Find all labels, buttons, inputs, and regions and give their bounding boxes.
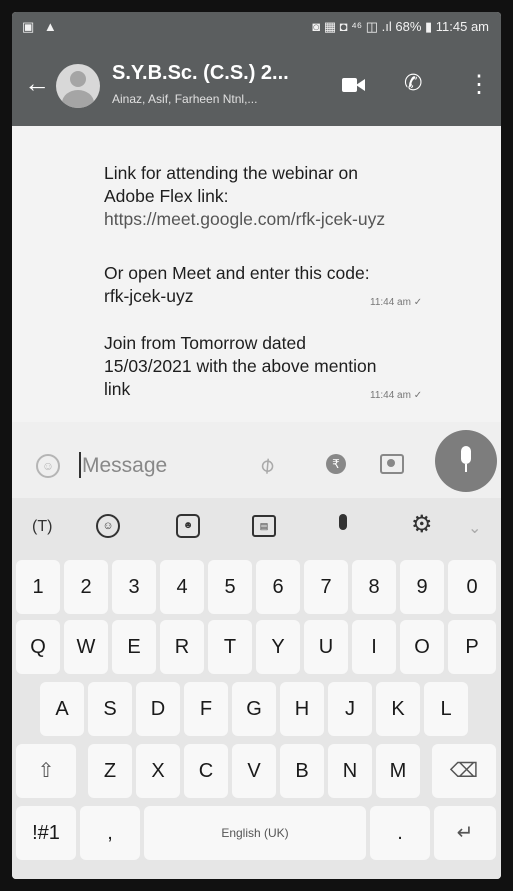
camera-lens [387,459,395,467]
key[interactable]: T [208,620,252,674]
key[interactable]: 3 [112,560,156,614]
shift-key[interactable]: ⇧ [16,744,76,798]
chat-title[interactable]: S.Y.B.Sc. (C.S.) 2... [112,62,289,85]
video-call-icon[interactable] [342,76,366,94]
key[interactable]: 4 [160,560,204,614]
avatar-head-shape [70,71,86,87]
status-indicators: ◙ ▦ ◘ ⁴⁶ ◫ .ıl 68% ▮ 11:45 am [312,19,489,34]
key[interactable]: N [328,744,372,798]
video-camera-body [342,78,357,92]
keyboard-toolbar: (T) ☺ ☻ ▤ ⚙ ⌄ [12,498,501,558]
key[interactable]: L [424,682,468,736]
key[interactable]: F [184,682,228,736]
message-line: Adobe Flex link: [104,186,229,206]
key[interactable]: G [232,682,276,736]
backspace-key[interactable]: ⌫ [432,744,496,798]
meet-link[interactable]: https://meet.google.com/rfk-jcek-uyz [104,208,479,231]
notification-icons: ▣ ▲ [22,19,60,34]
message-line: rfk-jcek-uyz [104,286,194,306]
key[interactable]: S [88,682,132,736]
avatar-body-shape [62,90,94,108]
keyboard: (T) ☺ ☻ ▤ ⚙ ⌄ 1 2 3 4 5 6 7 8 9 0 Q W E … [12,498,501,879]
period-key[interactable]: . [370,806,430,860]
key[interactable]: H [280,682,324,736]
key[interactable]: Z [88,744,132,798]
microphone-icon [461,446,471,464]
sticker-icon[interactable]: ☻ [176,514,200,538]
key[interactable]: 9 [400,560,444,614]
message-line: Link for attending the webinar on [104,163,358,183]
key[interactable]: I [352,620,396,674]
message-line: Join from Tomorrow dated [104,333,306,353]
key[interactable]: Y [256,620,300,674]
back-arrow-icon[interactable]: ← [24,68,50,99]
key[interactable]: M [376,744,420,798]
collapse-toolbar-icon[interactable]: ⌄ [468,518,481,538]
message-timestamp: 11:44 am ✓ [370,297,423,308]
key[interactable]: A [40,682,84,736]
key[interactable]: 5 [208,560,252,614]
key[interactable]: R [160,620,204,674]
emoji-icon[interactable]: ☺ [36,454,60,478]
microphone-stand [465,464,467,472]
key[interactable]: U [304,620,348,674]
key[interactable]: 1 [16,560,60,614]
key[interactable]: 7 [304,560,348,614]
voice-message-button[interactable] [435,430,497,492]
camera-icon[interactable] [380,454,404,474]
message-bubble[interactable]: Join from Tomorrow dated 15/03/2021 with… [104,332,479,401]
key[interactable]: C [184,744,228,798]
more-options-icon[interactable]: ⋮ [467,70,491,99]
chat-header: ← S.Y.B.Sc. (C.S.) 2... Ainaz, Asif, Far… [12,42,501,126]
message-list: Link for attending the webinar on Adobe … [12,126,501,422]
translate-icon[interactable]: (T) [32,518,52,536]
payment-icon[interactable]: ₹ [326,454,346,474]
key[interactable]: Q [16,620,60,674]
keyboard-settings-icon[interactable]: ⚙ [411,510,433,539]
enter-key[interactable]: ↵ [434,806,496,860]
key[interactable]: J [328,682,372,736]
key[interactable]: 2 [64,560,108,614]
key[interactable]: V [232,744,276,798]
gif-icon[interactable]: ▤ [252,515,276,537]
key[interactable]: E [112,620,156,674]
symbols-key[interactable]: !#1 [16,806,76,860]
key[interactable]: W [64,620,108,674]
message-timestamp: 11:44 am ✓ [370,390,423,401]
chat-participants[interactable]: Ainaz, Asif, Farheen Ntnl,... [112,92,257,106]
phone-screen: ▣ ▲ ◙ ▦ ◘ ⁴⁶ ◫ .ıl 68% ▮ 11:45 am ← S.Y.… [12,12,501,879]
space-bar[interactable]: English (UK) [144,806,366,860]
keyboard-emoji-icon[interactable]: ☺ [96,514,120,538]
voice-call-icon[interactable]: ✆ [404,70,422,96]
message-line: link [104,379,131,399]
key[interactable]: 8 [352,560,396,614]
key[interactable]: P [448,620,496,674]
attachment-icon[interactable]: ⌀ [253,451,280,479]
key[interactable]: D [136,682,180,736]
message-input[interactable] [80,448,254,484]
message-line: 15/03/2021 with the above mention [104,356,377,376]
comma-key[interactable]: , [80,806,140,860]
message-bubble[interactable]: Or open Meet and enter this code: rfk-jc… [104,262,479,308]
key[interactable]: K [376,682,420,736]
voice-input-icon[interactable] [339,514,347,530]
key[interactable]: X [136,744,180,798]
key[interactable]: B [280,744,324,798]
message-line: Or open Meet and enter this code: [104,263,370,283]
video-camera-lens [356,79,365,91]
message-bubble[interactable]: Link for attending the webinar on Adobe … [104,162,479,231]
group-avatar[interactable] [56,64,100,108]
key[interactable]: O [400,620,444,674]
key[interactable]: 6 [256,560,300,614]
status-bar: ▣ ▲ ◙ ▦ ◘ ⁴⁶ ◫ .ıl 68% ▮ 11:45 am [12,12,501,42]
message-composer: ☺ ⌀ ₹ [12,422,501,498]
key[interactable]: 0 [448,560,496,614]
